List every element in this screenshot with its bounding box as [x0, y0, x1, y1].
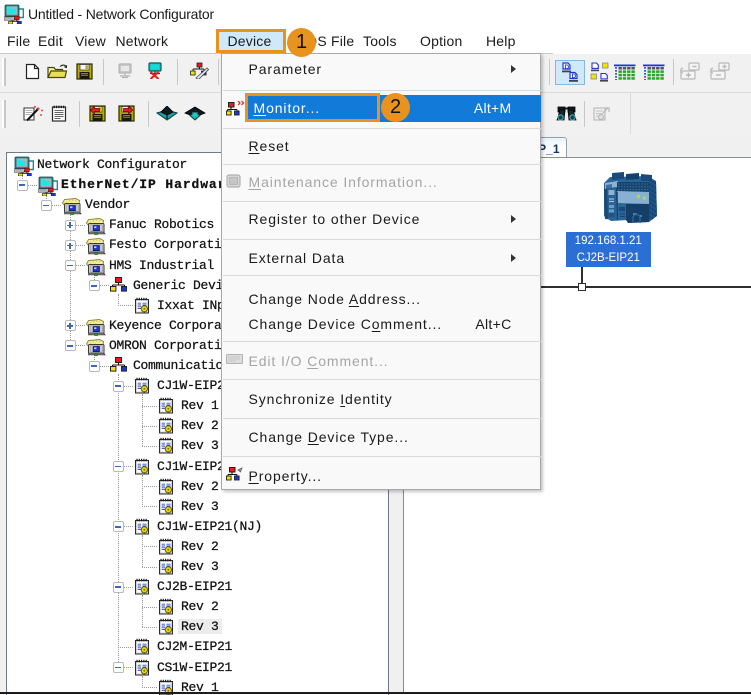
svg-text:D: D [564, 64, 569, 71]
svg-text:D: D [571, 73, 576, 80]
